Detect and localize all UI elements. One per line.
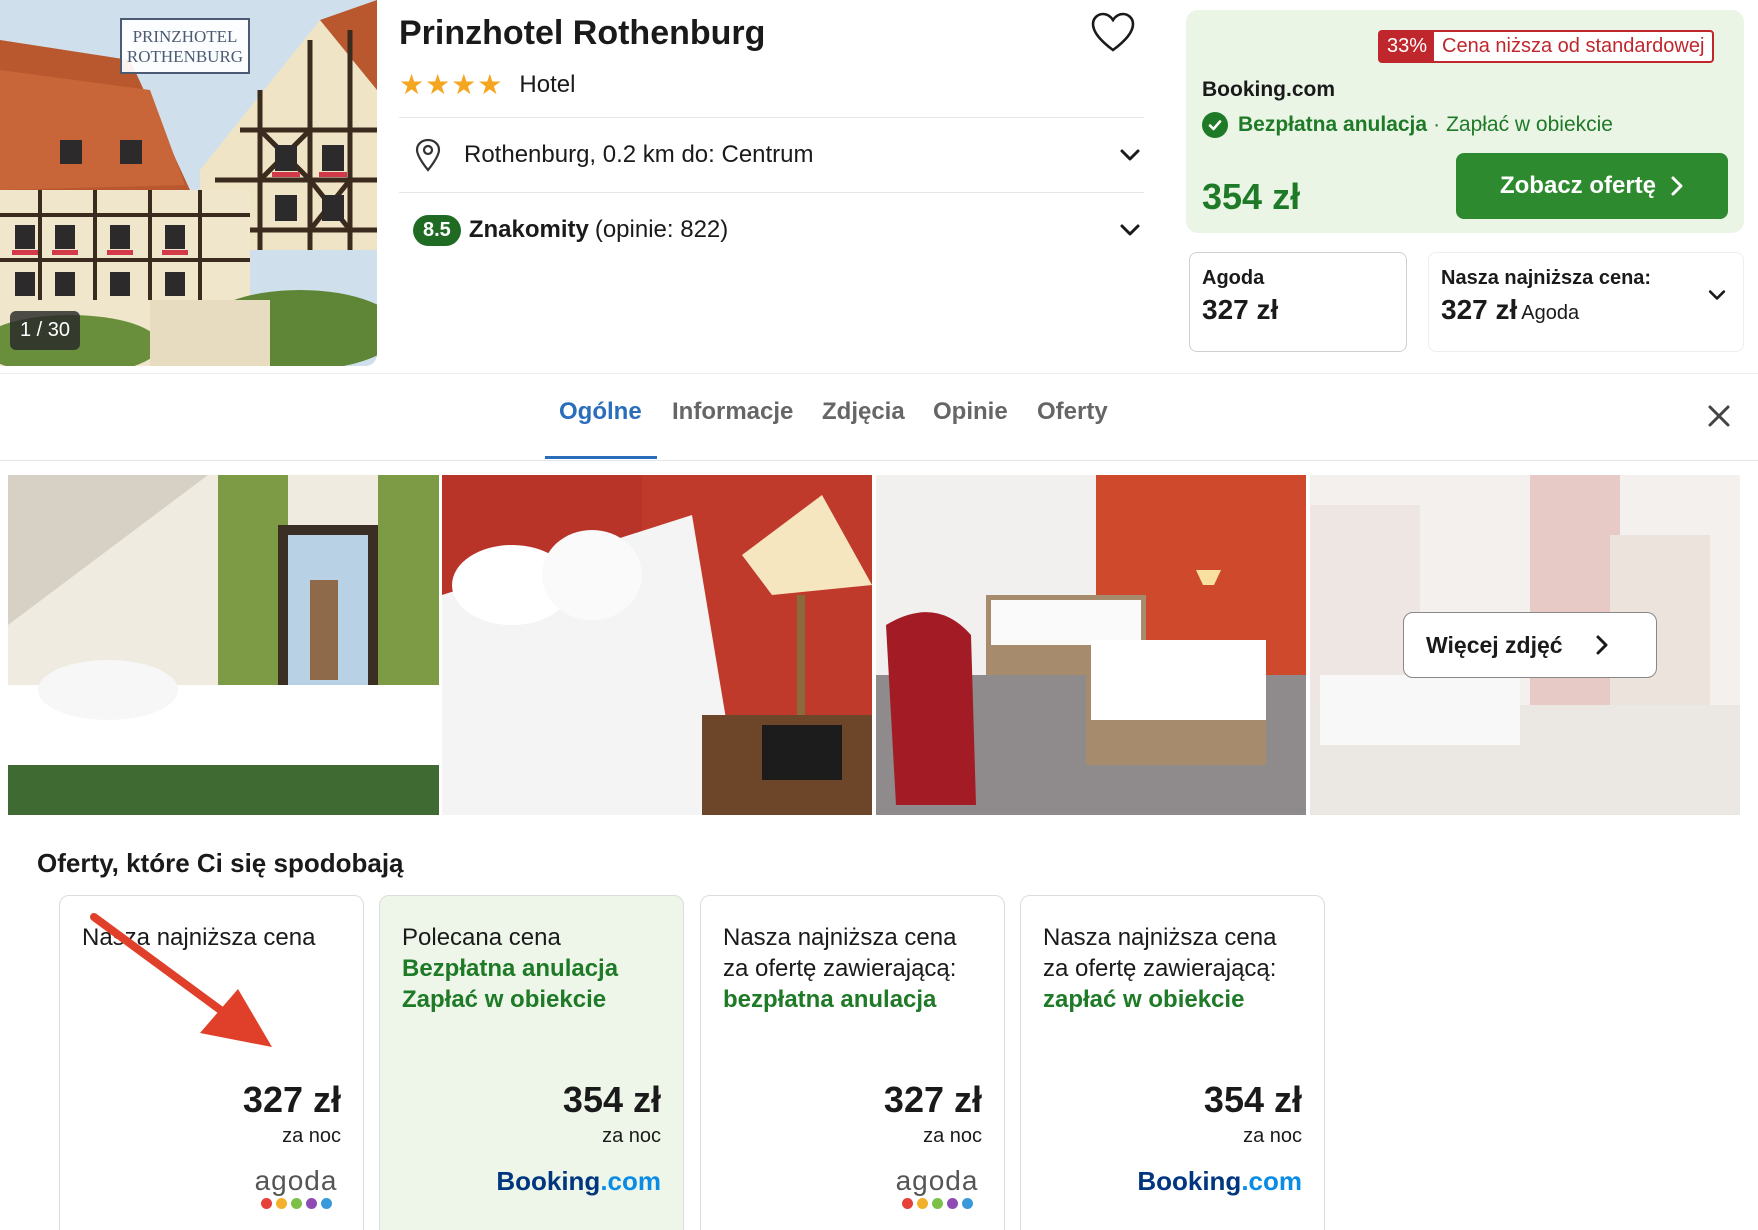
tabs-bar: Ogólne Informacje Zdjęcia Opinie Oferty	[0, 373, 1758, 461]
lowest-price-value: 327 zł Agoda	[1441, 294, 1731, 326]
lowest-price-card[interactable]: Nasza najniższa cena: 327 zł Agoda	[1428, 252, 1744, 352]
hotel-logo-line1: PRINZHOTEL	[132, 27, 238, 46]
chevron-right-icon	[1596, 635, 1608, 655]
offer-subheading: za ofertę zawierającą:	[723, 955, 957, 982]
booking-wordmark-b: .com	[600, 1166, 661, 1196]
rating-row[interactable]: 8.5 Znakomity (opinie: 822)	[399, 193, 1144, 267]
offers-section-title: Oferty, które Ci się spodobają	[37, 848, 404, 878]
offer-card-free-cancel[interactable]: Nasza najniższa cena za ofertę zawierają…	[700, 895, 1005, 1230]
offer-per-night: za noc	[602, 1125, 661, 1147]
star-rating: ★★★★	[399, 69, 504, 100]
heart-icon[interactable]	[1090, 10, 1136, 56]
offer-feature: bezpłatna anulacja	[723, 986, 937, 1013]
lowest-price-label: Nasza najniższa cena:	[1441, 267, 1652, 289]
agoda-logo: agoda	[251, 1166, 341, 1209]
provider-name: Booking.com	[1202, 78, 1336, 101]
location-text: Rothenburg, 0.2 km do: Centrum	[464, 141, 814, 168]
stars-row: ★★★★ Hotel	[399, 68, 575, 101]
offer-subheading: za ofertę zawierającą:	[1043, 955, 1277, 982]
hotel-logo-line2: ROTHENBURG	[126, 47, 244, 66]
gallery-photo-3[interactable]	[876, 475, 1306, 815]
booking-wordmark-a: Booking	[1137, 1166, 1242, 1196]
close-icon[interactable]	[1704, 401, 1734, 431]
rating-word: Znakomity	[468, 216, 589, 243]
booking-logo: Booking.com	[496, 1166, 661, 1197]
tab-photos[interactable]: Zdjęcia	[822, 398, 905, 426]
hotel-type: Hotel	[519, 70, 576, 98]
photo-counter: 1 / 30	[10, 311, 81, 350]
offer-per-night: za noc	[1243, 1125, 1302, 1147]
lowest-price-provider: Agoda	[1521, 302, 1580, 324]
chevron-down-icon[interactable]	[1116, 216, 1144, 244]
tab-reviews[interactable]: Opinie	[933, 398, 1008, 426]
discount-badge: 33% Cena niższa od standardowej	[1378, 30, 1715, 63]
alt-provider: Agoda	[1202, 267, 1265, 289]
lowest-price-amount: 327 zł	[1441, 294, 1518, 325]
more-photos-label: Więcej zdjęć	[1426, 631, 1563, 658]
gallery-photo-2[interactable]	[442, 475, 872, 815]
chevron-right-icon	[1671, 176, 1683, 196]
offer-free-cancellation: Bezpłatna anulacja	[402, 955, 619, 982]
alt-offer-agoda[interactable]: Agoda 327 zł	[1189, 252, 1407, 352]
agoda-wordmark: agoda	[254, 1165, 338, 1196]
hotel-main-photo[interactable]: PRINZHOTEL ROTHENBURG 1 / 30	[0, 0, 377, 366]
chevron-down-icon[interactable]	[1116, 141, 1144, 169]
more-photos-button[interactable]: Więcej zdjęć	[1403, 612, 1657, 678]
rating-badge: 8.5	[413, 214, 461, 246]
tab-offers[interactable]: Oferty	[1037, 398, 1108, 426]
cancellation-info: Bezpłatna anulacja · Zapłać w obiekcie	[1202, 112, 1613, 138]
tab-general[interactable]: Ogólne	[559, 398, 642, 426]
agoda-logo: agoda	[892, 1166, 982, 1209]
active-tab-indicator	[545, 456, 657, 459]
discount-text: Cena niższa od standardowej	[1442, 35, 1705, 57]
offer-per-night: za noc	[923, 1125, 982, 1147]
offer-pay-at-hotel: Zapłać w obiekcie	[402, 986, 607, 1013]
booking-logo: Booking.com	[1137, 1166, 1302, 1197]
view-offer-label: Zobacz ofertę	[1499, 172, 1657, 199]
gallery-photo-1[interactable]	[8, 475, 439, 815]
booking-wordmark-a: Booking	[496, 1166, 601, 1196]
location-row[interactable]: Rothenburg, 0.2 km do: Centrum	[399, 118, 1144, 192]
map-pin-icon	[415, 138, 441, 172]
featured-price: 354 zł	[1202, 176, 1301, 217]
featured-price-box: 33% Cena niższa od standardowej Booking.…	[1186, 10, 1744, 233]
free-cancellation-label: Bezpłatna anulacja	[1238, 113, 1428, 136]
offer-card-pay-at-hotel[interactable]: Nasza najniższa cena za ofertę zawierają…	[1020, 895, 1325, 1230]
room-photo-3	[876, 475, 1306, 815]
offer-price: 354 zł	[562, 1079, 661, 1120]
check-circle-icon	[1202, 112, 1228, 138]
offer-heading: Polecana cena	[402, 924, 561, 951]
alt-price: 327 zł	[1202, 294, 1279, 325]
offer-price: 327 zł	[883, 1079, 982, 1120]
tab-information[interactable]: Informacje	[672, 398, 793, 426]
red-arrow-annotation	[90, 913, 272, 1047]
room-photo-2	[442, 475, 872, 815]
agoda-wordmark: agoda	[895, 1165, 979, 1196]
offer-heading: Nasza najniższa cena	[1043, 924, 1277, 951]
offer-feature: zapłać w obiekcie	[1043, 986, 1245, 1013]
offer-price: 354 zł	[1203, 1079, 1302, 1120]
hotel-name[interactable]: Prinzhotel Rothenburg	[399, 14, 765, 53]
room-photo-1	[8, 475, 439, 815]
pay-at-hotel-label: Zapłać w obiekcie	[1446, 113, 1613, 136]
review-count: (opinie: 822)	[594, 216, 729, 243]
separator-dot: ·	[1433, 113, 1441, 136]
discount-percent: 33%	[1380, 32, 1435, 61]
chevron-down-icon[interactable]	[1705, 283, 1729, 307]
offer-card-recommended[interactable]: Polecana cena Bezpłatna anulacja Zapłać …	[379, 895, 684, 1230]
offer-per-night: za noc	[282, 1125, 341, 1147]
hotel-logo: PRINZHOTEL ROTHENBURG	[120, 18, 250, 74]
offer-price: 327 zł	[242, 1079, 341, 1120]
view-offer-button[interactable]: Zobacz ofertę	[1456, 153, 1728, 219]
booking-wordmark-b: .com	[1241, 1166, 1302, 1196]
offer-heading: Nasza najniższa cena	[723, 924, 957, 951]
